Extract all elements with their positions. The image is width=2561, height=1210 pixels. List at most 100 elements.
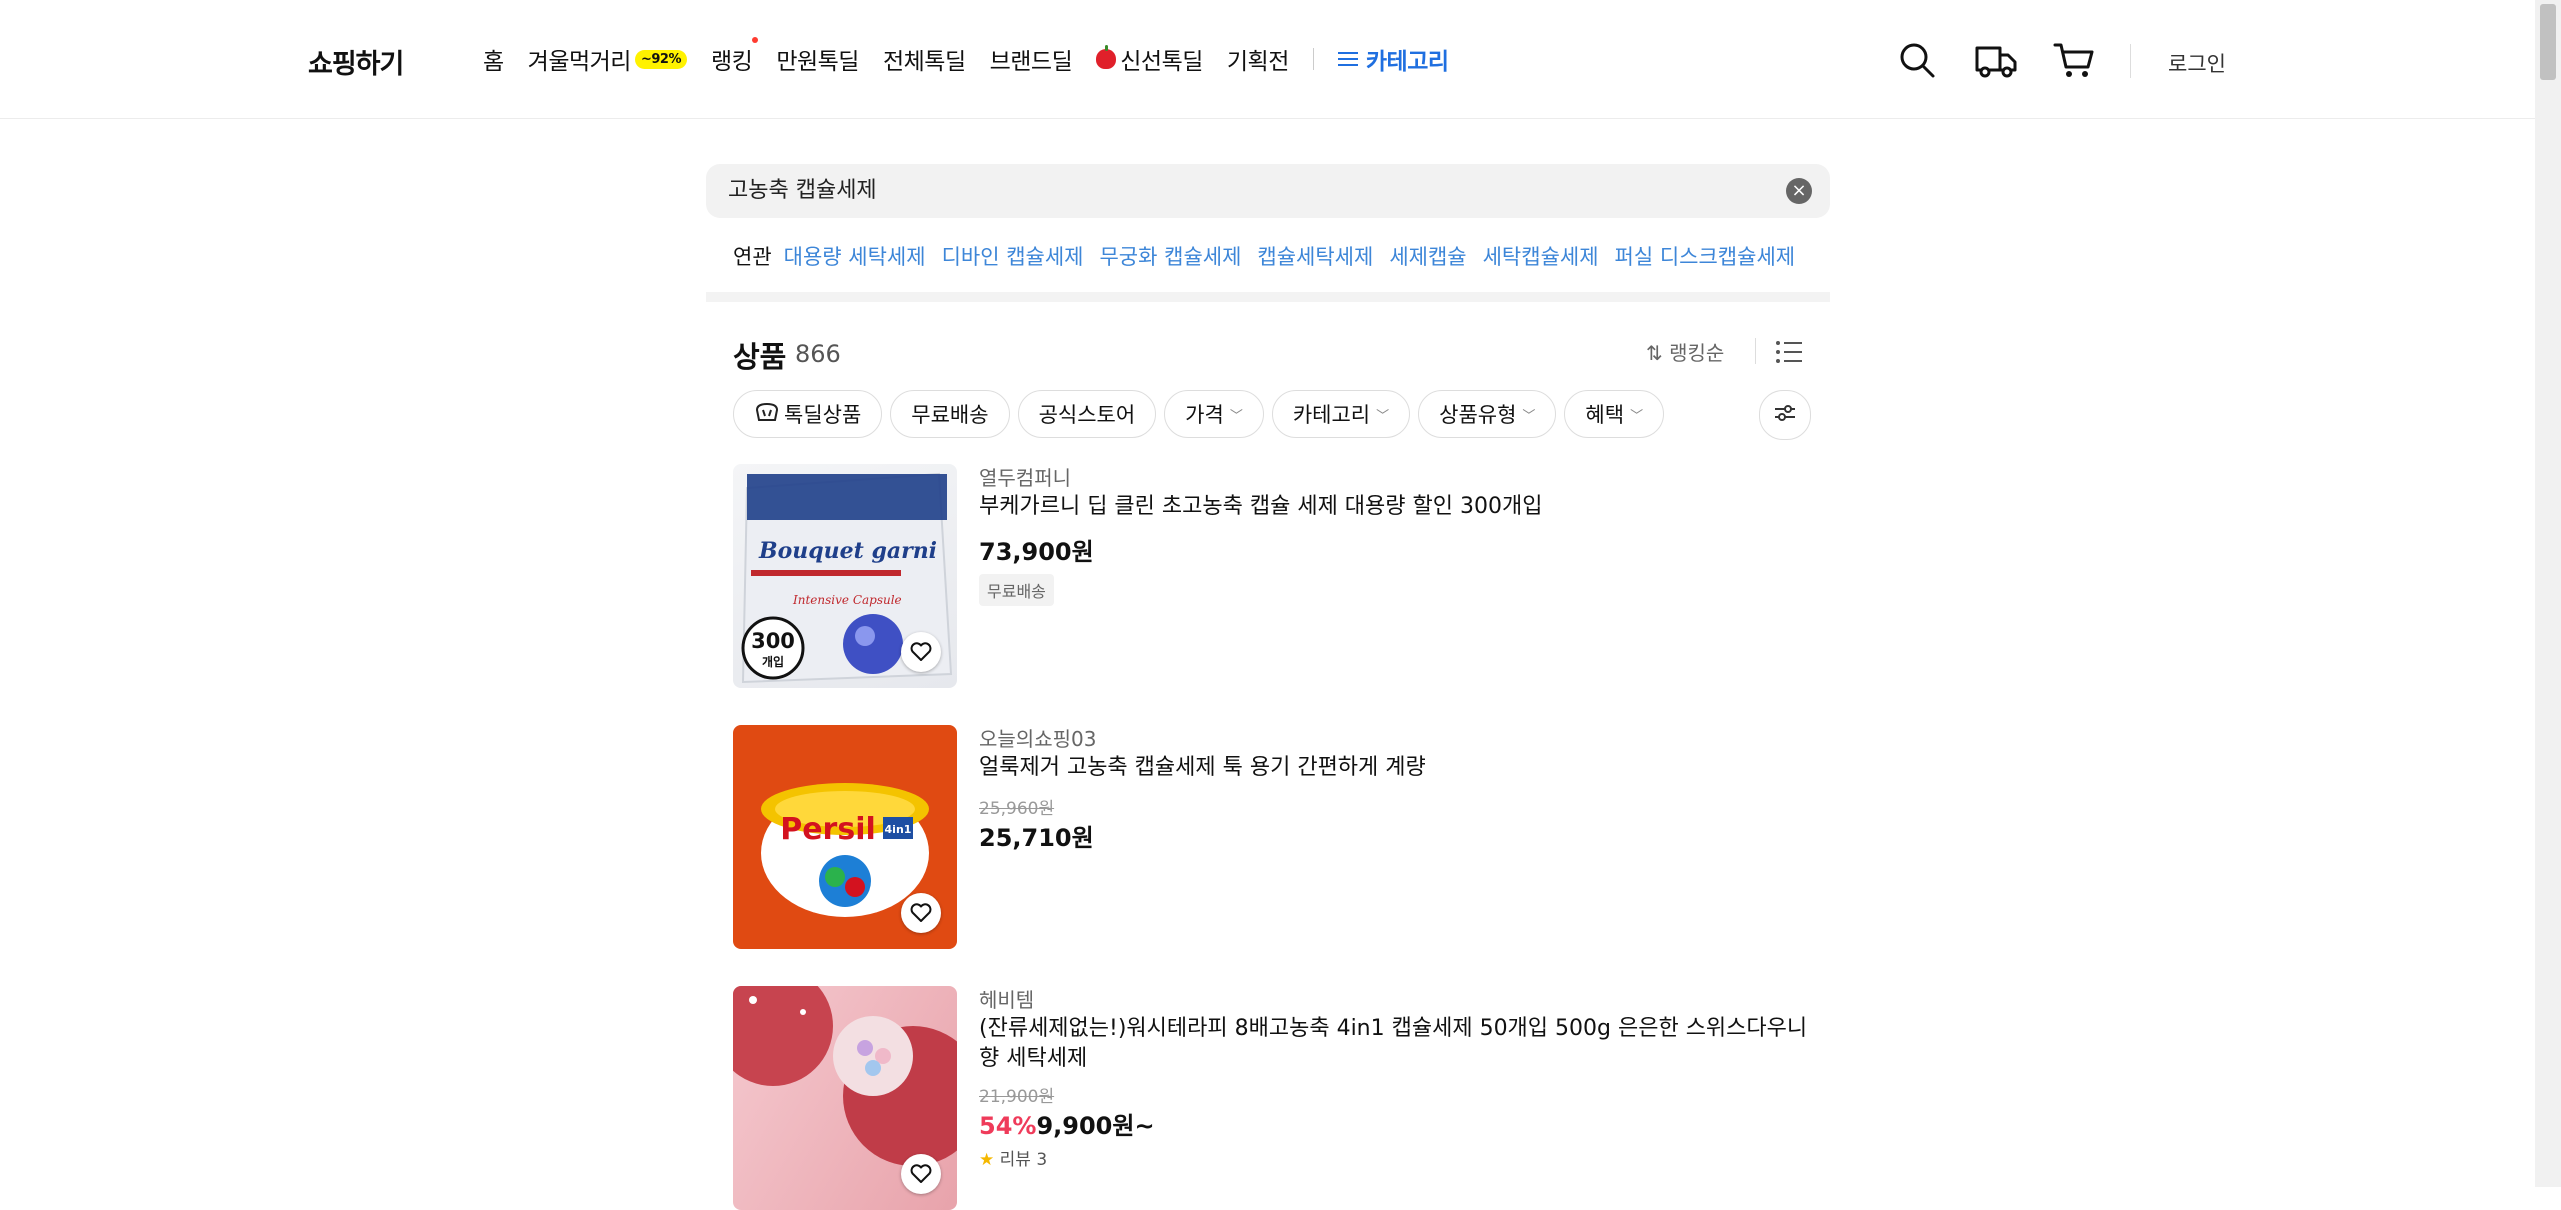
nav-item-all-deal[interactable]: 전체톡딜	[883, 42, 966, 76]
nav-label: 신선톡딜	[1120, 49, 1203, 75]
related-link[interactable]: 세제캡슐	[1389, 241, 1466, 271]
related-link[interactable]: 무궁화 캡슐세제	[1099, 241, 1241, 271]
filter-price[interactable]: 가격 ﹀	[1164, 390, 1264, 438]
sort-button[interactable]: ⇅ 랭킹순	[1646, 337, 1724, 366]
new-dot-indicator	[752, 37, 759, 43]
chevron-down-icon: ﹀	[1630, 408, 1644, 424]
header-divider	[2130, 44, 2131, 78]
nav-item-manwon-deal[interactable]: 만원톡딜	[776, 42, 859, 76]
product-price: 9,900원~	[1036, 1112, 1155, 1140]
review-info[interactable]: ★ 리뷰 3	[979, 1145, 1047, 1170]
product-count-num: 300	[751, 629, 795, 653]
heart-icon[interactable]	[901, 632, 941, 672]
search-icon[interactable]	[1897, 40, 1937, 84]
product-brand-text: Bouquet garni	[758, 538, 937, 564]
nav-divider	[1312, 48, 1314, 70]
view-divider	[1755, 338, 1756, 364]
chip-label: 가격	[1185, 403, 1224, 427]
delivery-truck-icon[interactable]	[1974, 40, 2018, 84]
nav-label: 만원톡딜	[776, 49, 859, 75]
chip-label: 무료배송	[911, 403, 989, 427]
related-link[interactable]: 퍼실 디스크캡슐세제	[1615, 241, 1796, 271]
discount-rate: 54%	[979, 1112, 1037, 1140]
product-price-row: 54%9,900원~	[979, 1106, 1155, 1141]
filter-category[interactable]: 카테고리 ﹀	[1271, 390, 1411, 438]
nav-item-brand-deal[interactable]: 브랜드딜	[990, 42, 1073, 76]
filter-benefit[interactable]: 혜택 ﹀	[1564, 390, 1665, 438]
related-link[interactable]: 캡슐세탁세제	[1257, 241, 1373, 271]
original-price: 21,900원	[979, 1087, 1055, 1107]
cart-icon[interactable]	[2053, 40, 2095, 84]
close-icon[interactable]: ×	[1786, 178, 1812, 204]
store-name[interactable]: 헤비템	[979, 984, 1034, 1013]
free-shipping-tag: 무료배송	[979, 574, 1054, 606]
top-header: 쇼핑하기 홈 겨울먹거리 ~92% 랭킹 만원톡딜 전체톡딜 브랜드딜 신선톡딜…	[0, 0, 2535, 119]
chip-label: 톡딜상품	[784, 403, 862, 427]
category-menu-button[interactable]: 카테고리	[1337, 42, 1449, 76]
chevron-down-icon: ﹀	[1376, 408, 1390, 424]
related-searches: 연관 대용량 세탁세제 디바인 캡슐세제 무궁화 캡슐세제 캡슐세탁세제 세제캡…	[733, 241, 1795, 271]
nav-label: 겨울먹거리	[527, 49, 632, 75]
store-name[interactable]: 열두컴퍼니	[979, 462, 1071, 491]
page-scrollbar[interactable]	[2535, 0, 2561, 1187]
filter-sliders-icon	[1773, 402, 1797, 428]
main-nav: 홈 겨울먹거리 ~92% 랭킹 만원톡딜 전체톡딜 브랜드딜 신선톡딜 기획전 …	[483, 37, 1449, 76]
svg-text:Intensive Capsule: Intensive Capsule	[792, 593, 902, 607]
filter-settings-button[interactable]	[1759, 390, 1811, 440]
product-name[interactable]: (잔류세제없는!)워시테라피 8배고농축 4in1 캡슐세제 50개입 500g…	[979, 1014, 1809, 1074]
review-label: 리뷰 3	[999, 1150, 1048, 1170]
related-link[interactable]: 대용량 세탁세제	[784, 241, 926, 271]
nav-item-ranking[interactable]: 랭킹	[711, 37, 759, 76]
filter-chips: 톡딜상품 무료배송 공식스토어 가격 ﹀ 카테고리 ﹀ 상품유형 ﹀ 혜택 ﹀	[733, 390, 1672, 438]
nav-label: 전체톡딜	[882, 49, 966, 75]
related-label: 연관	[733, 245, 772, 269]
section-divider	[706, 292, 1830, 302]
search-bar: ×	[706, 164, 1830, 218]
talkdeal-icon	[754, 401, 780, 428]
nav-item-fresh-deal[interactable]: 신선톡딜	[1096, 42, 1203, 76]
product-brand-text: Persil	[780, 812, 876, 847]
category-label: 카테고리	[1365, 49, 1449, 75]
product-count-unit: 개입	[762, 655, 784, 669]
apple-icon	[1096, 45, 1117, 69]
nav-label: 기획전	[1226, 49, 1289, 75]
discount-badge: ~92%	[634, 49, 687, 69]
product-price: 73,900원	[979, 538, 1094, 566]
nav-item-home[interactable]: 홈	[483, 42, 504, 76]
chip-label: 카테고리	[1292, 403, 1371, 427]
chip-label: 공식스토어	[1038, 403, 1136, 427]
original-price: 25,960원	[979, 799, 1055, 819]
related-link[interactable]: 디바인 캡슐세제	[942, 241, 1084, 271]
heart-icon[interactable]	[901, 893, 941, 933]
nav-item-winter-food[interactable]: 겨울먹거리 ~92%	[528, 42, 687, 76]
products-count: 866	[795, 340, 841, 368]
filter-official-store[interactable]: 공식스토어	[1017, 390, 1157, 438]
heart-icon[interactable]	[901, 1154, 941, 1194]
nav-label: 브랜드딜	[989, 49, 1073, 75]
product-price: 25,710원	[979, 824, 1094, 852]
chevron-down-icon: ﹀	[1229, 408, 1243, 424]
product-name[interactable]: 부케가르니 딥 클린 초고농축 캡슐 세제 대용량 할인 300개입	[979, 492, 1809, 522]
scrollbar-thumb[interactable]	[2540, 4, 2556, 80]
product-name[interactable]: 얼룩제거 고농축 캡슐세제 툭 용기 간편하게 계량	[979, 753, 1809, 783]
product-badge-text: 4in1	[885, 823, 912, 836]
chip-label: 상품유형	[1439, 403, 1517, 427]
hamburger-icon	[1337, 48, 1358, 70]
store-name[interactable]: 오늘의쇼핑03	[979, 723, 1096, 752]
nav-label: 랭킹	[711, 49, 753, 75]
chip-label: 혜택	[1585, 403, 1625, 427]
related-link[interactable]: 세탁캡슐세제	[1483, 241, 1599, 271]
filter-talkdeal[interactable]: 톡딜상품	[733, 390, 883, 438]
filter-product-type[interactable]: 상품유형 ﹀	[1418, 390, 1557, 438]
star-icon: ★	[979, 1150, 995, 1170]
login-link[interactable]: 로그인	[2168, 48, 2226, 78]
list-view-icon[interactable]	[1775, 339, 1803, 369]
sort-icon: ⇅	[1646, 341, 1663, 365]
nav-label: 홈	[483, 49, 504, 75]
filter-free-shipping[interactable]: 무료배송	[890, 390, 1010, 438]
site-logo[interactable]: 쇼핑하기	[308, 42, 404, 81]
search-input[interactable]	[728, 164, 1728, 218]
nav-item-special[interactable]: 기획전	[1227, 42, 1289, 76]
products-title: 상품	[733, 340, 787, 374]
chevron-down-icon: ﹀	[1522, 408, 1536, 424]
